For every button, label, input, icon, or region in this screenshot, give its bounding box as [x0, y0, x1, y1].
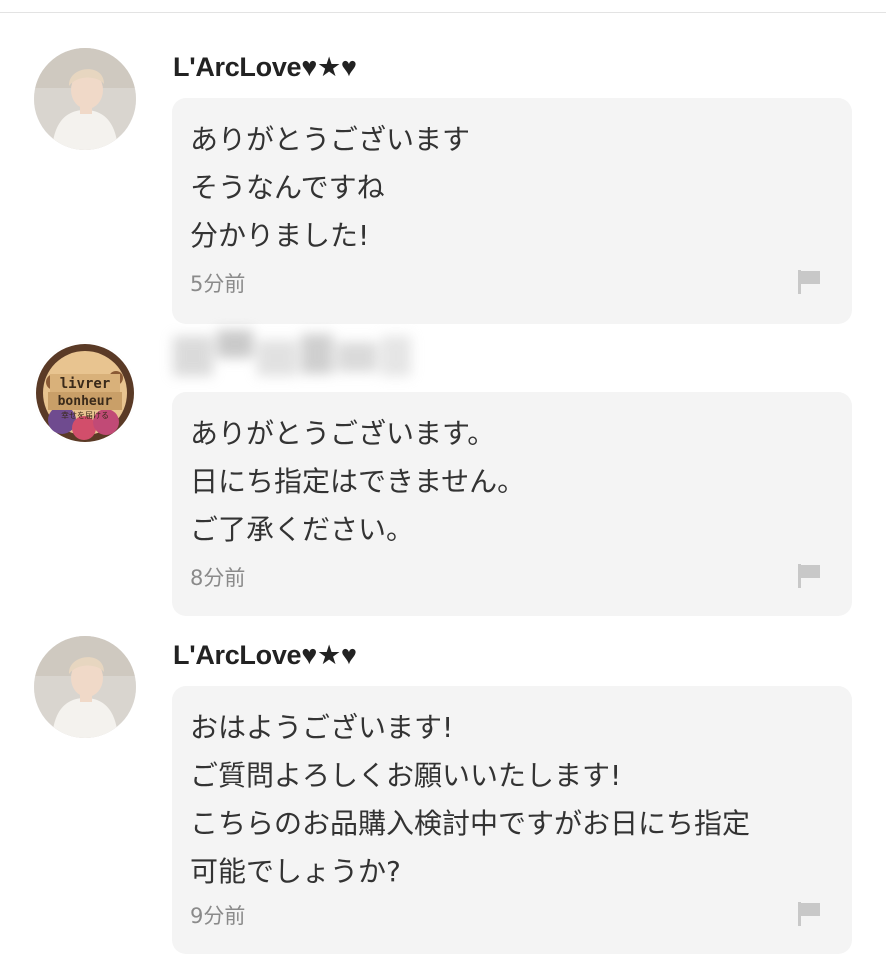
flag-icon[interactable]: [796, 900, 822, 928]
comment-line: ご質問よろしくお願いいたします!: [190, 759, 622, 792]
comment-timestamp: 9分前: [190, 904, 246, 928]
comment-timestamp: 8分前: [190, 566, 246, 590]
comment-line: 日にち指定はできません。: [190, 465, 526, 498]
comment-line: ありがとうございます: [190, 123, 471, 156]
username-redacted: [173, 330, 413, 382]
user-photo-avatar[interactable]: [34, 636, 136, 738]
comment-bubble: ありがとうございます そうなんですね 分かりました! 5分前: [172, 98, 852, 324]
comment-line: ご了承ください。: [190, 513, 415, 546]
flag-icon[interactable]: [796, 562, 822, 590]
flag-icon[interactable]: [796, 268, 822, 296]
shop-logo-line3: 幸せを届ける: [61, 411, 109, 420]
shop-logo-line2: bonheur: [58, 394, 113, 409]
shop-logo-line1: livrer: [60, 376, 111, 392]
user-photo-avatar[interactable]: [34, 48, 136, 150]
comment-line: そうなんですね: [190, 171, 385, 204]
username[interactable]: L'ArcLove♥★♥: [173, 640, 357, 671]
comment-line: こちらのお品購入検討中ですがお日にち指定: [190, 807, 751, 840]
comment-line: ありがとうございます。: [190, 417, 496, 450]
comment-line: おはようございます!: [190, 711, 454, 744]
comment-timestamp: 5分前: [190, 272, 246, 296]
username[interactable]: L'ArcLove♥★♥: [173, 52, 357, 83]
comment-text: おはようございます! ご質問よろしくお願いいたします! こちらのお品購入検討中で…: [190, 704, 834, 896]
comment-text: ありがとうございます そうなんですね 分かりました!: [190, 116, 834, 260]
comment-bubble: ありがとうございます。 日にち指定はできません。 ご了承ください。 8分前: [172, 392, 852, 616]
comment-line: 分かりました!: [190, 219, 370, 252]
comment-bubble: おはようございます! ご質問よろしくお願いいたします! こちらのお品購入検討中で…: [172, 686, 852, 954]
comment-text: ありがとうございます。 日にち指定はできません。 ご了承ください。: [190, 410, 834, 554]
shop-logo-avatar[interactable]: livrer bonheur 幸せを届ける: [34, 342, 136, 444]
comment-line: 可能でしょうか?: [190, 855, 401, 888]
top-divider: [0, 12, 886, 13]
